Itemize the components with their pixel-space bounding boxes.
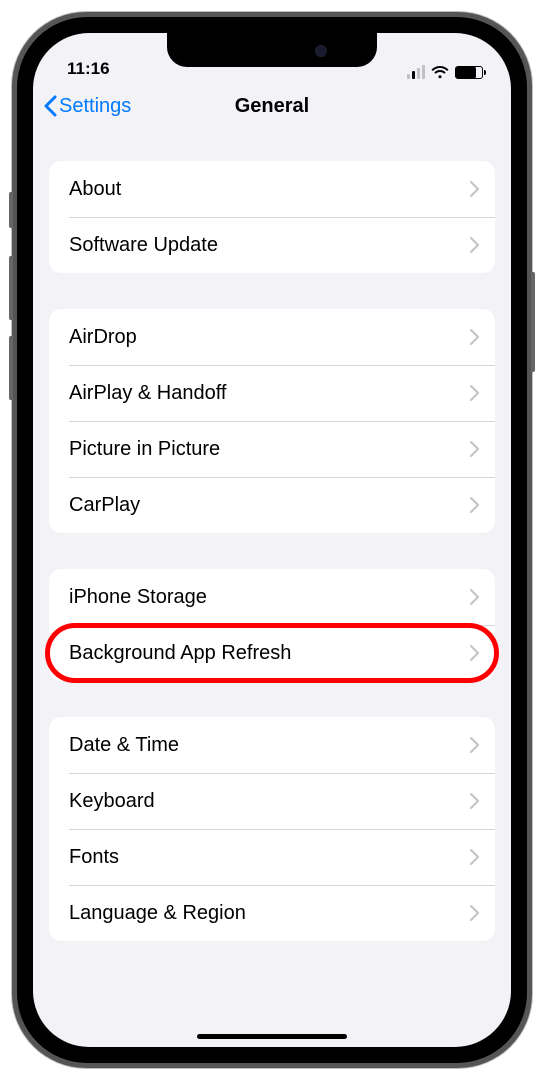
chevron-right-icon xyxy=(470,181,479,197)
navigation-bar: Settings General xyxy=(33,81,511,131)
settings-group: AirDrop AirPlay & Handoff Picture in Pic… xyxy=(49,309,495,533)
row-label: Keyboard xyxy=(69,790,155,813)
chevron-right-icon xyxy=(470,441,479,457)
row-label: AirPlay & Handoff xyxy=(69,382,227,405)
status-time: 11:16 xyxy=(67,59,110,79)
row-iphone-storage[interactable]: iPhone Storage xyxy=(49,569,495,625)
row-label: Software Update xyxy=(69,234,218,257)
row-airdrop[interactable]: AirDrop xyxy=(49,309,495,365)
chevron-right-icon xyxy=(470,793,479,809)
row-label: CarPlay xyxy=(69,494,140,517)
row-keyboard[interactable]: Keyboard xyxy=(49,773,495,829)
back-button[interactable]: Settings xyxy=(43,95,131,118)
settings-group: About Software Update xyxy=(49,161,495,273)
row-label: Picture in Picture xyxy=(69,438,220,461)
page-title: General xyxy=(235,95,309,118)
cellular-signal-icon xyxy=(407,65,425,79)
chevron-right-icon xyxy=(470,645,479,661)
row-label: Fonts xyxy=(69,846,119,869)
row-fonts[interactable]: Fonts xyxy=(49,829,495,885)
row-label: AirDrop xyxy=(69,326,137,349)
chevron-right-icon xyxy=(470,237,479,253)
chevron-right-icon xyxy=(470,329,479,345)
row-picture-in-picture[interactable]: Picture in Picture xyxy=(49,421,495,477)
row-label: Date & Time xyxy=(69,734,179,757)
battery-icon xyxy=(455,66,483,79)
row-label: iPhone Storage xyxy=(69,586,207,609)
row-label: Background App Refresh xyxy=(69,642,291,665)
settings-group: iPhone Storage Background App Refresh xyxy=(49,569,495,681)
settings-group: Date & Time Keyboard Fonts Language & Re… xyxy=(49,717,495,941)
chevron-right-icon xyxy=(470,905,479,921)
row-language-region[interactable]: Language & Region xyxy=(49,885,495,941)
row-label: About xyxy=(69,178,121,201)
row-label: Language & Region xyxy=(69,902,246,925)
chevron-right-icon xyxy=(470,589,479,605)
row-software-update[interactable]: Software Update xyxy=(49,217,495,273)
row-carplay[interactable]: CarPlay xyxy=(49,477,495,533)
chevron-right-icon xyxy=(470,737,479,753)
device-notch xyxy=(167,33,377,67)
settings-list: About Software Update AirDrop AirPlay & xyxy=(33,131,511,1047)
row-airplay-handoff[interactable]: AirPlay & Handoff xyxy=(49,365,495,421)
row-background-app-refresh[interactable]: Background App Refresh xyxy=(49,625,495,681)
wifi-icon xyxy=(431,66,449,79)
chevron-right-icon xyxy=(470,849,479,865)
chevron-left-icon xyxy=(43,95,57,117)
row-about[interactable]: About xyxy=(49,161,495,217)
row-date-time[interactable]: Date & Time xyxy=(49,717,495,773)
chevron-right-icon xyxy=(470,385,479,401)
back-label: Settings xyxy=(59,95,131,118)
chevron-right-icon xyxy=(470,497,479,513)
home-indicator[interactable] xyxy=(197,1034,347,1039)
